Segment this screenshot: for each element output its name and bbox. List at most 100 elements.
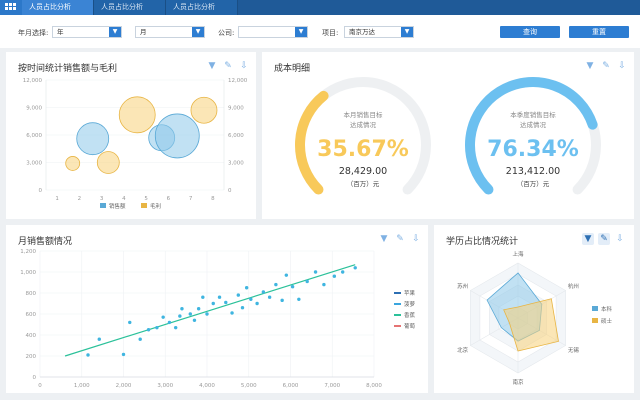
chevron-down-icon: ▼ bbox=[109, 27, 121, 37]
y-tick-label: 800 bbox=[26, 291, 37, 297]
scatter-point bbox=[180, 307, 184, 311]
y-tick-label: 200 bbox=[26, 354, 37, 360]
scatter-point bbox=[274, 282, 278, 287]
y-tick-label: 1,000 bbox=[20, 270, 36, 276]
scatter-point bbox=[284, 273, 289, 277]
scatter-point bbox=[205, 312, 209, 316]
tab-staff-ratio-1[interactable]: 人员占比分析 bbox=[22, 0, 94, 15]
scatter-point bbox=[211, 301, 215, 306]
gauge-percent: 76.34% bbox=[487, 137, 579, 162]
y-tick-label-left: 0 bbox=[39, 188, 43, 194]
scatter-point bbox=[305, 279, 309, 284]
project-select-value: 南京万达 bbox=[349, 28, 375, 36]
legend-label: 菠萝 bbox=[404, 300, 416, 308]
tab-staff-ratio-3[interactable]: 人员占比分析 bbox=[166, 0, 238, 15]
x-tick-label: 5,000 bbox=[241, 383, 257, 389]
scatter-point bbox=[155, 325, 159, 330]
scatter-point bbox=[146, 328, 151, 332]
radar-axis-label: 南京 bbox=[512, 378, 524, 386]
chevron-down-icon: ▼ bbox=[192, 27, 204, 37]
project-select[interactable]: 南京万达 ▼ bbox=[344, 26, 414, 38]
radar-axis-label: 杭州 bbox=[568, 282, 579, 290]
education-radar-chart: 上海杭州无锡南京 北京 苏州本科硕士 bbox=[457, 250, 613, 386]
scatter-point bbox=[138, 337, 142, 341]
legend-label: 硕士 bbox=[601, 317, 613, 325]
scatter-point bbox=[249, 297, 253, 301]
scatter-point bbox=[261, 290, 266, 294]
month-select[interactable]: 月 ▼ bbox=[135, 26, 205, 38]
sales-profit-panel: 按时间统计销售额与毛利 ▼ ✎ ⇩ 0 0 3,000 3,000 6,000 6,000… bbox=[6, 52, 256, 219]
x-tick-label: 4 bbox=[122, 196, 126, 202]
year-select[interactable]: 年 ▼ bbox=[52, 26, 122, 38]
gauge-caption-line1: 本月销售目标 bbox=[344, 110, 384, 119]
scatter-point bbox=[340, 270, 345, 274]
gauge-percent: 35.67% bbox=[317, 137, 409, 162]
bubble-chart: 0 03,000 3,0006,000 6,0009,000 9,00012,000 12… bbox=[23, 78, 248, 210]
x-tick-label: 1 bbox=[55, 196, 59, 202]
year-select-value: 年 bbox=[57, 28, 64, 36]
x-tick-label: 6,000 bbox=[283, 383, 299, 389]
y-tick-label: 600 bbox=[26, 312, 37, 318]
scatter-point bbox=[280, 298, 284, 303]
legend-label: 苹果 bbox=[404, 289, 416, 297]
y-tick-label-right: 6,000 bbox=[228, 133, 244, 139]
query-button[interactable]: 查询 bbox=[500, 26, 560, 38]
y-tick-label: 400 bbox=[26, 333, 37, 339]
x-tick-label: 6 bbox=[167, 196, 171, 202]
scatter-point bbox=[322, 282, 326, 287]
scatter-point bbox=[97, 337, 101, 341]
y-tick-label-right: 12,000 bbox=[228, 78, 248, 84]
radar-axis-label: 无锡 bbox=[568, 346, 580, 354]
bubble-sales bbox=[154, 113, 200, 159]
monthly-scatter-chart: 0 200 400 600 800 1,000 1,200 0 1,000 2,000 3,000 4… bbox=[20, 249, 416, 389]
x-tick-label: 3 bbox=[100, 196, 104, 202]
scatter-point bbox=[236, 293, 241, 297]
top-tab-bar: 人员占比分析 人员占比分析 人员占比分析 bbox=[0, 0, 640, 15]
legend-label-profit: 毛利 bbox=[150, 202, 161, 210]
company-select[interactable]: ▼ bbox=[238, 26, 308, 38]
scatter-point bbox=[230, 311, 234, 315]
scatter-point bbox=[173, 325, 178, 330]
legend-swatch bbox=[592, 306, 598, 311]
scatter-point bbox=[267, 295, 272, 299]
scatter-point bbox=[192, 318, 197, 322]
trend-line bbox=[64, 264, 356, 357]
monthly-sales-panel: 月销售额情况 ▼ ✎ ⇩ 0 200 400 600 800 1,000 1,200 0 1,0… bbox=[6, 225, 428, 393]
reset-button[interactable]: 重置 bbox=[569, 26, 629, 38]
y-tick-label-right: 9,000 bbox=[228, 106, 244, 112]
year-month-label: 年月选择: bbox=[18, 29, 49, 37]
tab-staff-ratio-2[interactable]: 人员占比分析 bbox=[94, 0, 166, 15]
education-panel: 学历占比情况统计 ▼ ✎ ⇩ 上海 杭州 无锡 南京 北京 苏州 本科 硕士 bbox=[434, 225, 634, 393]
scatter-point bbox=[128, 320, 132, 325]
gauge-caption-line1: 本季度销售目标 bbox=[510, 110, 556, 119]
scatter-point bbox=[313, 270, 318, 274]
x-tick-label: 8,000 bbox=[366, 383, 382, 389]
legend-label-sales: 销售额 bbox=[109, 202, 126, 210]
y-tick-label-left: 3,000 bbox=[26, 161, 42, 167]
scatter-point bbox=[217, 295, 222, 299]
app-grid-icon[interactable] bbox=[0, 0, 22, 15]
scatter-point bbox=[224, 300, 228, 305]
scatter-point bbox=[255, 301, 259, 306]
scatter-point bbox=[297, 297, 301, 301]
scatter-point bbox=[188, 312, 192, 316]
y-tick-label-left: 12,000 bbox=[23, 78, 43, 84]
gauge-unit: （百万）元 bbox=[517, 180, 550, 188]
scatter-point bbox=[161, 315, 165, 319]
gauge-caption-line2: 达成情况 bbox=[520, 120, 547, 129]
bubble-profit bbox=[118, 96, 156, 134]
y-tick-label: 1,200 bbox=[20, 249, 36, 255]
gauge-caption-line2: 达成情况 bbox=[350, 120, 377, 129]
month-select-value: 月 bbox=[140, 28, 147, 36]
legend-label: 葡萄 bbox=[404, 322, 416, 330]
company-label: 公司: bbox=[218, 29, 235, 37]
y-tick-label-left: 6,000 bbox=[26, 133, 42, 139]
y-tick-label: 0 bbox=[33, 375, 37, 381]
scatter-point bbox=[167, 320, 172, 325]
legend-swatch bbox=[592, 318, 598, 323]
x-tick-label: 7,000 bbox=[324, 383, 340, 389]
scatter-point bbox=[178, 314, 182, 318]
radar-axis-label: 苏州 bbox=[457, 282, 468, 290]
x-tick-label: 5 bbox=[144, 196, 148, 202]
x-tick-label: 2 bbox=[78, 196, 82, 202]
